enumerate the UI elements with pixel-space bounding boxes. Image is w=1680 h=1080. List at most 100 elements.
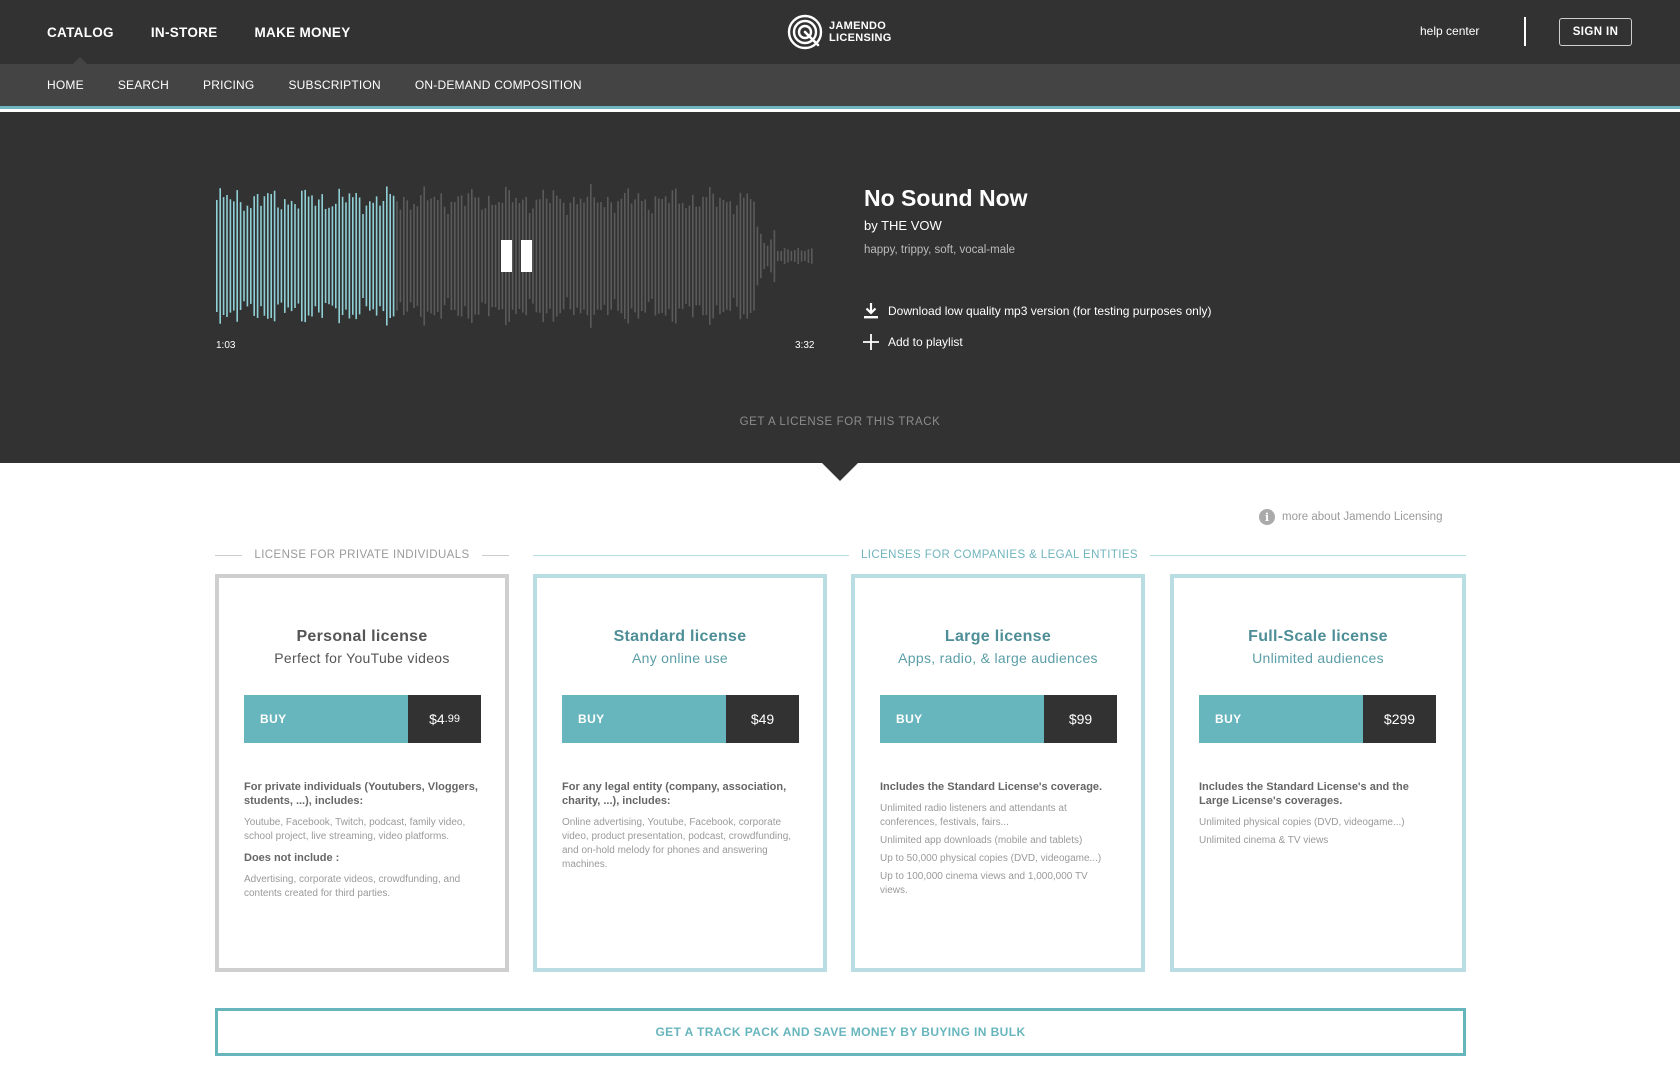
license-subtitle: Perfect for YouTube videos [274,650,450,666]
license-detail-item: Up to 100,000 cinema views and 1,000,000… [880,871,1088,896]
add-to-playlist-link[interactable]: Add to playlist [863,334,963,350]
buy-fullscale-button[interactable]: BUY $299 [1199,695,1436,743]
waveform-bar [539,199,541,313]
heading-rule [481,554,509,556]
waveform-bar [447,214,449,298]
waveform-bar [233,201,235,311]
waveform-bar [331,206,334,306]
private-heading-text: LICENSE FOR PRIVATE INDIVIDUALS [254,549,470,561]
waveform-bar [392,195,395,317]
waveform-bar [250,208,252,304]
waveform-bar [267,193,269,319]
waveform-bar [634,199,636,313]
license-description: Includes the Standard License's coverage… [880,780,1115,902]
download-icon [864,303,878,319]
pause-button[interactable] [501,240,532,272]
heading-rule [215,554,243,556]
waveform-bar [467,193,470,319]
waveform-bar [624,192,626,320]
more-about-link[interactable]: i more about Jamendo Licensing [1259,509,1442,525]
waveform-bar [263,196,266,316]
waveform-bar [702,196,704,316]
subnav-on-demand-composition[interactable]: ON-DEMAND COMPOSITION [415,78,582,92]
track-pack-button[interactable]: GET A TRACK PACK AND SAVE MONEY BY BUYIN… [215,1008,1466,1056]
waveform-bar [576,204,578,308]
license-subtitle: Apps, radio, & large audiences [898,650,1098,666]
waveform-bar [559,198,561,314]
waveform-bar [783,248,786,264]
waveform-bar [338,188,340,324]
waveform-bar [457,196,459,316]
license-detail-item: Unlimited cinema & TV views [1199,835,1329,846]
sub-nav: HOME SEARCH PRICING SUBSCRIPTION ON-DEMA… [0,64,1680,109]
buy-standard-button[interactable]: BUY $49 [562,695,799,743]
waveform-bar [379,205,381,307]
price-tag: $4.99 [408,695,481,743]
heading-rule [533,554,850,556]
waveform-bar [739,192,742,320]
waveform-bar [644,199,646,313]
sign-in-button[interactable]: SIGN IN [1559,18,1632,46]
waveform-bar [542,189,544,323]
waveform-bar [596,202,599,310]
track-artist[interactable]: by THE VOW [864,218,942,233]
waveform-bar [345,202,347,310]
waveform-bar [562,202,565,310]
download-mp3-link[interactable]: Download low quality mp3 version (for te… [863,302,1212,319]
buy-label: BUY [880,695,1044,743]
waveform-bar [743,197,745,315]
waveform-bar [253,196,255,316]
waveform-bar [484,208,487,304]
subnav-pricing[interactable]: PRICING [203,78,254,92]
nav-in-store[interactable]: IN-STORE [151,0,218,64]
waveform-bar [216,200,218,312]
nav-catalog[interactable]: CATALOG [47,0,114,64]
company-licenses-heading: LICENSES FOR COMPANIES & LEGAL ENTITIES [533,548,1466,562]
buy-label: BUY [244,695,408,743]
waveform-bar [705,197,708,315]
waveform-bar [726,202,728,310]
waveform-bar [647,209,650,303]
waveform-bar [658,198,660,314]
waveform-bar [222,197,225,315]
waveform-bar [681,203,684,309]
waveform-bar [481,209,483,303]
subnav-search[interactable]: SEARCH [118,78,169,92]
buy-label: BUY [562,695,726,743]
waveform-bar [355,193,357,320]
waveform-bar [450,201,453,311]
more-about-label: more about Jamendo Licensing [1282,511,1443,523]
waveform-bar [787,249,789,263]
nav-make-money[interactable]: MAKE MONEY [255,0,351,64]
playlist-label: Add to playlist [888,335,963,349]
waveform-bar [613,212,616,300]
brand-line-1: JAMENDO [829,20,887,32]
price-tag: $99 [1044,695,1117,743]
waveform-bar [685,208,687,304]
buy-personal-button[interactable]: BUY $4.99 [244,695,481,743]
waveform-bar [719,197,721,315]
company-heading-text: LICENSES FOR COMPANIES & LEGAL ENTITIES [861,549,1138,561]
license-detail-item: Unlimited app downloads (mobile and tabl… [880,835,1083,846]
brand-logo[interactable]: JAMENDO LICENSING [787,13,892,51]
waveform-bar [369,201,371,311]
waveform-bar [396,201,398,311]
subnav-subscription[interactable]: SUBSCRIPTION [288,78,380,92]
waveform-bar [583,202,585,310]
waveform-bar [433,196,436,316]
subnav-home[interactable]: HOME [47,78,84,92]
help-center-link[interactable]: help center [1420,24,1479,38]
brand-text: JAMENDO LICENSING [829,20,892,44]
waveform-bar [800,250,803,262]
waveform-bar [549,203,551,309]
buy-large-button[interactable]: BUY $99 [880,695,1117,743]
waveform-bar [375,196,378,316]
waveform-bar [627,188,629,324]
waveform-bar [790,251,793,261]
waveform-bar [399,209,402,303]
license-details: Online advertising, Youtube, Facebook, c… [562,817,792,870]
waveform-bar [780,251,782,261]
waveform-bar [766,245,769,267]
waveform-bar [236,190,238,322]
waveform-bar [756,226,759,286]
